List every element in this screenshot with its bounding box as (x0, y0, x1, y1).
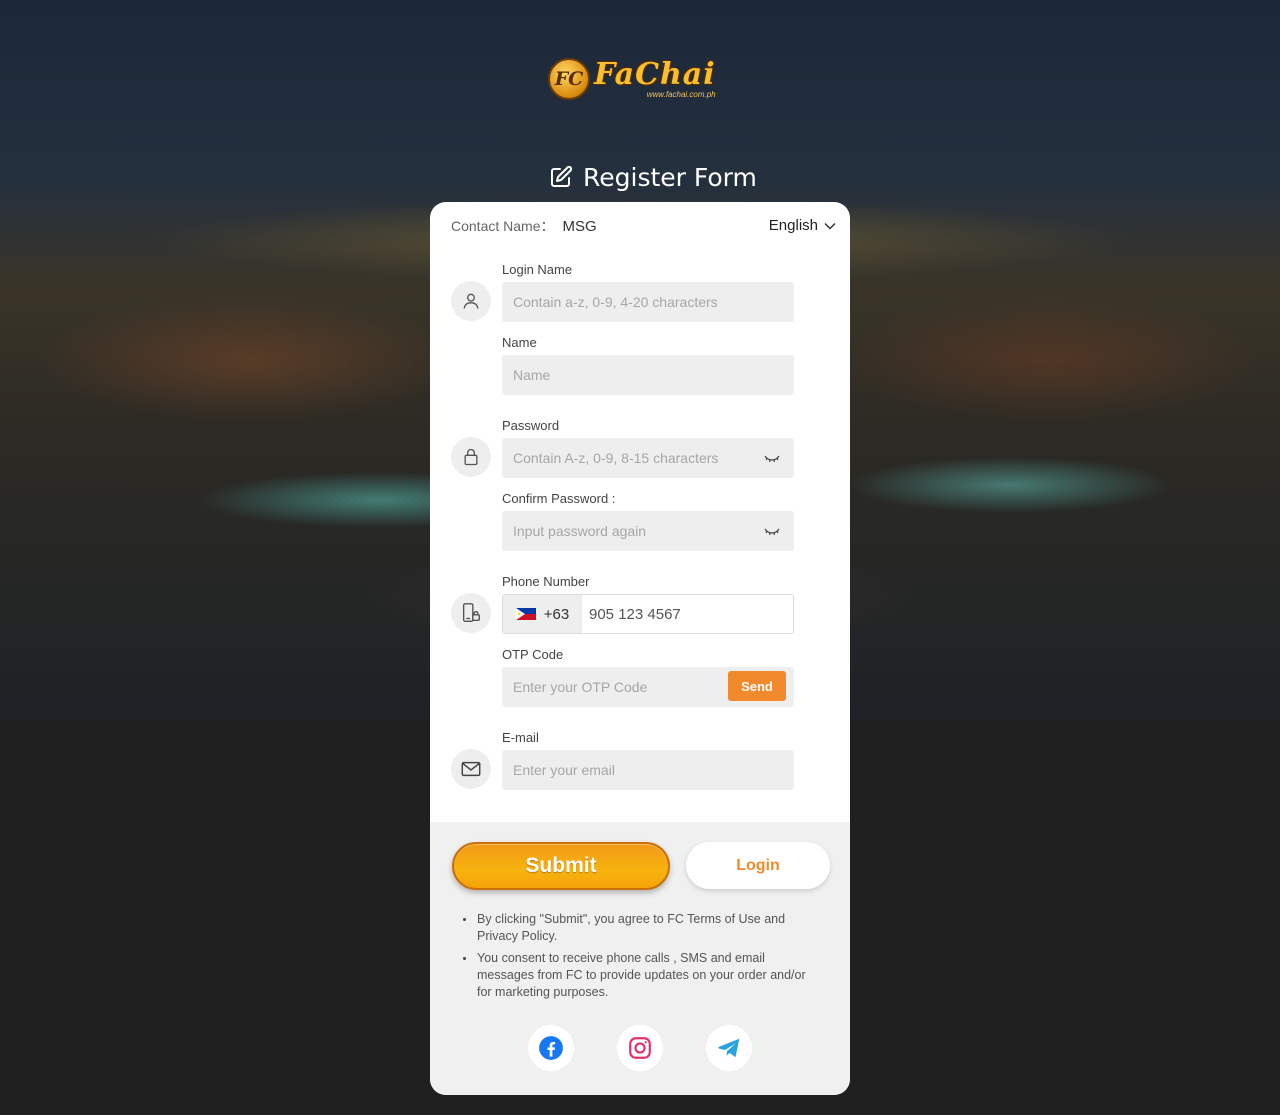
password-label: Password (502, 418, 560, 433)
country-code: +63 (543, 605, 570, 623)
confirm-password-input[interactable] (502, 511, 794, 551)
terms-notes: By clicking "Submit", you agree to FC Te… (462, 911, 822, 1006)
page-title: Register Form (549, 160, 757, 194)
chevron-down-icon (824, 222, 836, 230)
mail-icon (451, 749, 491, 789)
login-name-input[interactable] (502, 282, 794, 322)
logo-url: www.fachai.com.ph (646, 89, 716, 99)
instagram-icon (629, 1037, 651, 1059)
phone-label: Phone Number (502, 574, 590, 589)
eye-closed-icon[interactable] (764, 453, 780, 465)
contact-value: MSG (562, 217, 597, 235)
facebook-icon (539, 1036, 563, 1060)
page-title-text: Register Form (583, 162, 757, 192)
philippines-flag-icon (515, 608, 536, 620)
submit-button[interactable]: Submit (452, 842, 670, 890)
edit-icon (551, 165, 573, 187)
terms-note: By clicking "Submit", you agree to FC Te… (462, 911, 822, 945)
logo-wordmark: FaChai (594, 56, 716, 92)
country-code-select[interactable]: +63 (503, 595, 582, 633)
phone-lock-icon (451, 593, 491, 633)
contact-label: Contact Name： (451, 218, 555, 234)
phone-field: +63 905 123 4567 (502, 594, 794, 634)
name-label: Name (502, 335, 537, 350)
confirm-password-label: Confirm Password : (502, 491, 616, 506)
brand-logo: FC FaChai www.fachai.com.ph (548, 56, 732, 102)
email-input[interactable] (502, 750, 794, 790)
eye-closed-icon[interactable] (764, 526, 780, 538)
password-input[interactable] (502, 438, 794, 478)
telegram-link[interactable] (706, 1025, 752, 1071)
register-card: Contact Name： MSG English Login Name Nam… (430, 202, 850, 1095)
send-otp-button[interactable]: Send (728, 671, 786, 701)
lock-icon (451, 437, 491, 477)
form-footer: Submit Login By clicking "Submit", you a… (430, 822, 850, 1095)
consent-note: You consent to receive phone calls , SMS… (462, 950, 822, 1001)
login-button[interactable]: Login (686, 842, 830, 889)
name-input[interactable] (502, 355, 794, 395)
contact-row: Contact Name： MSG (451, 216, 597, 236)
phone-input[interactable]: 905 123 4567 (582, 595, 793, 633)
language-select[interactable]: English (769, 217, 836, 234)
facebook-link[interactable] (528, 1025, 574, 1071)
instagram-link[interactable] (617, 1025, 663, 1071)
language-label: English (768, 217, 818, 234)
email-label: E-mail (502, 730, 539, 745)
otp-label: OTP Code (502, 647, 564, 662)
telegram-icon (718, 1038, 740, 1058)
login-name-label: Login Name (502, 262, 573, 277)
logo-badge: FC (548, 58, 590, 100)
user-icon (451, 281, 491, 321)
